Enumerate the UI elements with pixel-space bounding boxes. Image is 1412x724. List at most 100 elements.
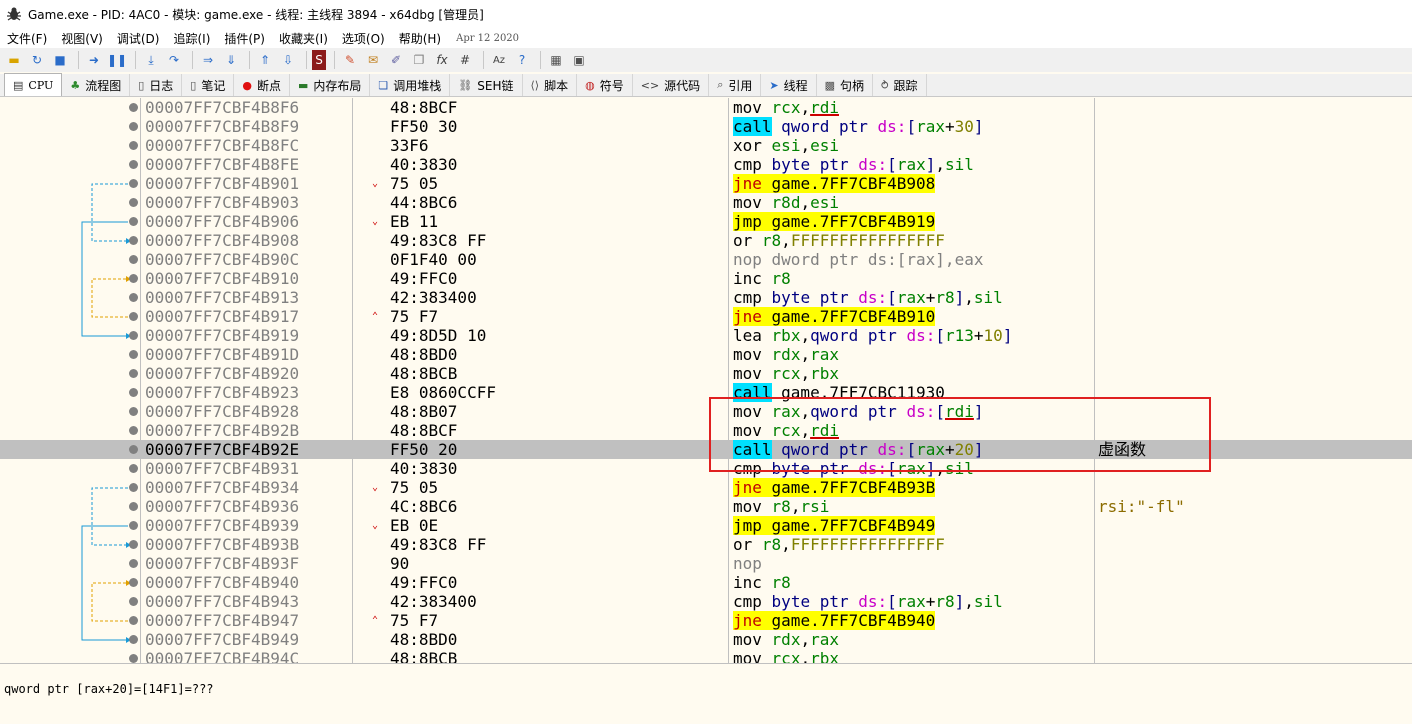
breakpoint-toggle[interactable] (129, 445, 138, 454)
breakpoint-toggle[interactable] (129, 217, 138, 226)
menu-view[interactable]: 视图(V) (54, 30, 110, 47)
breakpoint-toggle[interactable] (129, 540, 138, 549)
calculator-icon[interactable]: ▦ (546, 50, 566, 70)
breakpoint-toggle[interactable] (129, 616, 138, 625)
tab-seh[interactable]: ⛓ SEH链 (450, 74, 523, 96)
menu-plugins[interactable]: 插件(P) (217, 30, 272, 47)
disasm-row[interactable]: 00007FF7CBF4B936 4C:8BC6 mov r8,rsi rsi:"-f… (0, 497, 1412, 516)
disasm-row[interactable]: 00007FF7CBF4B923 E8 0860CCFF call game.7FF… (0, 383, 1412, 402)
disasm-row[interactable]: 00007FF7CBF4B947 ⌃ 75 F7 jne game.7FF7CBF4B… (0, 611, 1412, 630)
restart-icon[interactable]: ↻ (27, 50, 47, 70)
breakpoint-toggle[interactable] (129, 369, 138, 378)
breakpoint-toggle[interactable] (129, 255, 138, 264)
disasm-row[interactable]: 00007FF7CBF4B920 48:8BCB mov rcx,rbx (0, 364, 1412, 383)
breakpoint-toggle[interactable] (129, 521, 138, 530)
disasm-row[interactable]: 00007FF7CBF4B919 49:8D5D 10 lea rbx,qword … (0, 326, 1412, 345)
breakpoint-toggle[interactable] (129, 597, 138, 606)
menu-options[interactable]: 选项(O) (335, 30, 392, 47)
font-icon[interactable]: Az (489, 50, 509, 70)
breakpoint-toggle[interactable] (129, 122, 138, 131)
disasm-row[interactable]: 00007FF7CBF4B901 ⌄ 75 05 jne game.7FF7CBF4B… (0, 174, 1412, 193)
disasm-row[interactable]: 00007FF7CBF4B903 44:8BC6 mov r8d,esi (0, 193, 1412, 212)
disassembly-view[interactable]: 00007FF7CBF4B8F6 48:8BCF mov rcx,rdi 00007F… (0, 98, 1412, 663)
help-icon[interactable]: ? (512, 50, 532, 70)
menu-favourites[interactable]: 收藏夹(I) (272, 30, 335, 47)
disasm-row[interactable]: 00007FF7CBF4B949 48:8BD0 mov rdx,rax (0, 630, 1412, 649)
scylla-icon[interactable]: S (312, 50, 326, 70)
tab-threads[interactable]: ➤ 线程 (761, 74, 817, 96)
disasm-row[interactable]: 00007FF7CBF4B913 42:383400 cmp byte ptr ds… (0, 288, 1412, 307)
pause-icon[interactable]: ❚❚ (107, 50, 127, 70)
tab-cpu[interactable]: ▤ CPU (4, 73, 63, 96)
breakpoint-toggle[interactable] (129, 388, 138, 397)
breakpoint-toggle[interactable] (129, 559, 138, 568)
disasm-row[interactable]: 00007FF7CBF4B93B 49:83C8 FF or r8,FFFFFFFF… (0, 535, 1412, 554)
menu-trace[interactable]: 追踪(I) (166, 30, 217, 47)
hash-icon[interactable]: # (455, 50, 475, 70)
patch-icon[interactable]: ✎ (340, 50, 360, 70)
breakpoint-toggle[interactable] (129, 578, 138, 587)
tab-graph[interactable]: ♣ 流程图 (62, 74, 131, 96)
menu-help[interactable]: 帮助(H) (392, 30, 448, 47)
label-icon[interactable]: ✐ (386, 50, 406, 70)
breakpoint-toggle[interactable] (129, 141, 138, 150)
tab-breakpoints[interactable]: ● 断点 (234, 74, 290, 96)
tab-notes[interactable]: ▯ 笔记 (182, 74, 235, 96)
disasm-row[interactable]: 00007FF7CBF4B917 ⌃ 75 F7 jne game.7FF7CBF4B… (0, 307, 1412, 326)
comment-icon[interactable]: ✉ (363, 50, 383, 70)
tab-references[interactable]: ⌕ 引用 (709, 74, 762, 96)
step-into-icon[interactable]: ⤓ (141, 50, 161, 70)
tab-log[interactable]: ▯ 日志 (130, 74, 183, 96)
bookmark-icon[interactable]: ❐ (409, 50, 429, 70)
breakpoint-toggle[interactable] (129, 274, 138, 283)
breakpoint-toggle[interactable] (129, 426, 138, 435)
menu-file[interactable]: 文件(F) (0, 30, 54, 47)
disasm-row[interactable]: 00007FF7CBF4B908 49:83C8 FF or r8,FFFFFFFF… (0, 231, 1412, 250)
disasm-row[interactable]: 00007FF7CBF4B931 40:3830 cmp byte ptr ds:[… (0, 459, 1412, 478)
tab-call-stack[interactable]: ❏ 调用堆栈 (370, 74, 451, 96)
run-icon[interactable]: ➜ (84, 50, 104, 70)
breakpoint-toggle[interactable] (129, 331, 138, 340)
breakpoint-toggle[interactable] (129, 236, 138, 245)
breakpoint-toggle[interactable] (129, 103, 138, 112)
disasm-row[interactable]: 00007FF7CBF4B934 ⌄ 75 05 jne game.7FF7CBF4B… (0, 478, 1412, 497)
run-to-user-code-icon[interactable]: ⇩ (278, 50, 298, 70)
tab-source[interactable]: <> 源代码 (633, 74, 710, 96)
breakpoint-toggle[interactable] (129, 312, 138, 321)
disasm-row[interactable]: 00007FF7CBF4B8F6 48:8BCF mov rcx,rdi (0, 98, 1412, 117)
disasm-row[interactable]: 00007FF7CBF4B928 48:8B07 mov rax,qword ptr… (0, 402, 1412, 421)
breakpoint-toggle[interactable] (129, 350, 138, 359)
disasm-row[interactable]: 00007FF7CBF4B94C 48:8BCB mov rcx,rbx (0, 649, 1412, 663)
open-icon[interactable]: ▬ (4, 50, 24, 70)
disasm-row[interactable]: 00007FF7CBF4B906 ⌄ EB 11 jmp game.7FF7CBF4B… (0, 212, 1412, 231)
disasm-row[interactable]: 00007FF7CBF4B90C 0F1F40 00 nop dword ptr d… (0, 250, 1412, 269)
cpu-chip-icon[interactable]: ▣ (569, 50, 589, 70)
tab-handles[interactable]: ▩ 句柄 (817, 74, 874, 96)
stop-icon[interactable]: ■ (50, 50, 70, 70)
disasm-row[interactable]: 00007FF7CBF4B8FC 33F6 xor esi,esi (0, 136, 1412, 155)
tab-symbols[interactable]: ◍ 符号 (577, 74, 633, 96)
disasm-row[interactable]: 00007FF7CBF4B92B 48:8BCF mov rcx,rdi (0, 421, 1412, 440)
breakpoint-toggle[interactable] (129, 635, 138, 644)
trace-into-icon[interactable]: ⇒ (198, 50, 218, 70)
execute-till-return-icon[interactable]: ⇑ (255, 50, 275, 70)
disasm-row[interactable]: 00007FF7CBF4B8F9 FF50 30 call qword ptr ds… (0, 117, 1412, 136)
breakpoint-toggle[interactable] (129, 198, 138, 207)
breakpoint-toggle[interactable] (129, 179, 138, 188)
tab-memory-map[interactable]: ▬ 内存布局 (290, 74, 371, 96)
breakpoint-toggle[interactable] (129, 654, 138, 663)
tab-script[interactable]: ⟨⟩ 脚本 (523, 74, 578, 96)
breakpoint-toggle[interactable] (129, 502, 138, 511)
breakpoint-toggle[interactable] (129, 483, 138, 492)
breakpoint-toggle[interactable] (129, 407, 138, 416)
disasm-row[interactable]: 00007FF7CBF4B939 ⌄ EB 0E jmp game.7FF7CBF4B… (0, 516, 1412, 535)
disasm-row-current[interactable]: 00007FF7CBF4B92E FF50 20 call qword ptr ds… (0, 440, 1412, 459)
disasm-row[interactable]: 00007FF7CBF4B8FE 40:3830 cmp byte ptr ds:[… (0, 155, 1412, 174)
menu-debug[interactable]: 调试(D) (110, 30, 167, 47)
disasm-row[interactable]: 00007FF7CBF4B943 42:383400 cmp byte ptr ds… (0, 592, 1412, 611)
disasm-row[interactable]: 00007FF7CBF4B93F 90 nop (0, 554, 1412, 573)
breakpoint-toggle[interactable] (129, 293, 138, 302)
trace-over-icon[interactable]: ⇓ (221, 50, 241, 70)
step-over-icon[interactable]: ↷ (164, 50, 184, 70)
tab-trace[interactable]: ⥁ 跟踪 (873, 74, 927, 96)
